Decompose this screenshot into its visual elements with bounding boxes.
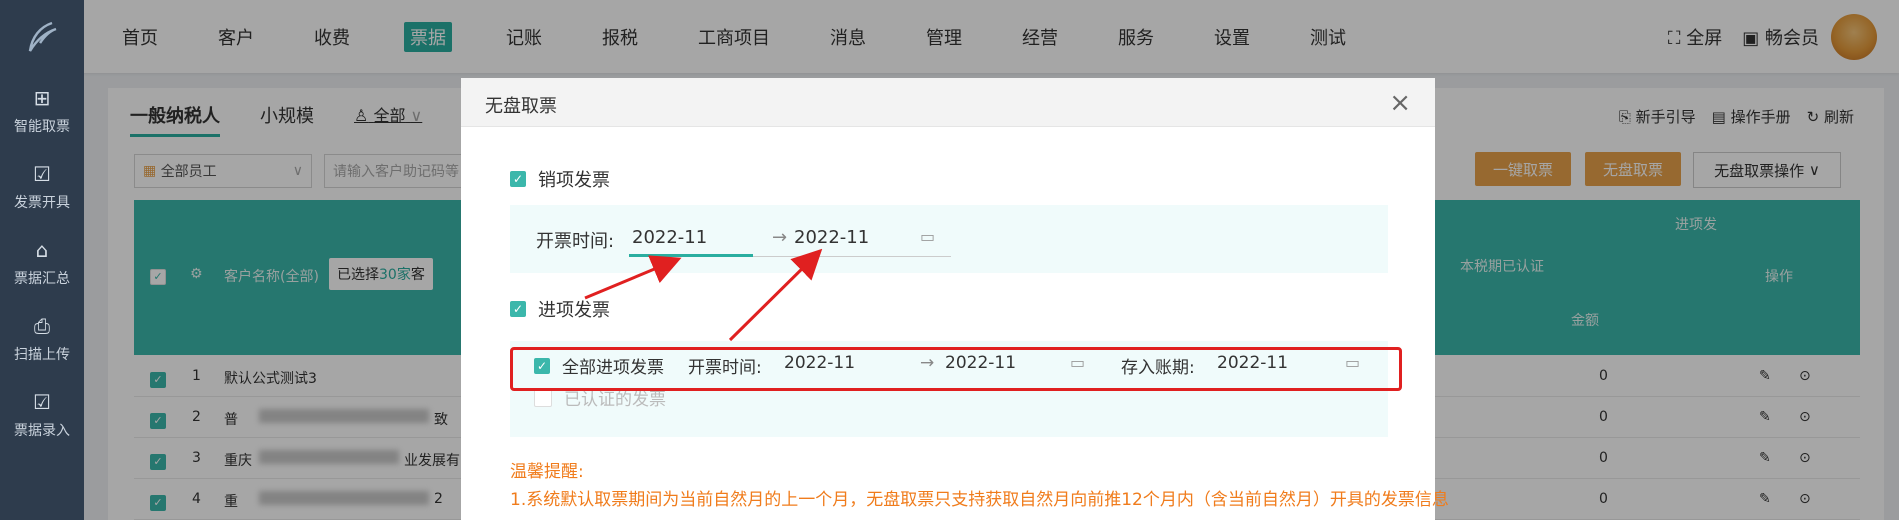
- summary-icon: ⌂: [35, 238, 49, 262]
- sidebar-item-label: 智能取票: [14, 119, 70, 135]
- sidebar: ⊞ 智能取票 ☑ 发票开具 ⌂ 票据汇总 ⎙ 扫描上传 ☑ 票据录入: [0, 73, 84, 520]
- sidebar-item-label: 票据录入: [14, 423, 70, 439]
- warning-line-1: 1.系统默认取票期间为当前自然月的上一个月，无盘取票只支持获取自然月向前推12个…: [510, 490, 1449, 510]
- sales-time-label: 开票时间:: [536, 231, 615, 252]
- sidebar-item-label: 发票开具: [14, 195, 70, 211]
- sidebar-item-label: 扫描上传: [14, 347, 70, 363]
- sales-end-date[interactable]: 2022-11: [794, 227, 869, 248]
- sales-start-date[interactable]: 2022-11: [632, 227, 707, 248]
- invoice-issue-icon: ☑: [33, 162, 51, 186]
- sidebar-item[interactable]: ☑ 发票开具: [0, 149, 84, 225]
- input-invoice-checkbox[interactable]: ✓: [510, 301, 526, 317]
- sales-invoice-checkbox[interactable]: ✓: [510, 171, 526, 187]
- range-arrow-icon: →: [772, 227, 788, 248]
- sidebar-item[interactable]: ⊞ 智能取票: [0, 73, 84, 149]
- warning-title: 温馨提醒:: [510, 462, 584, 482]
- annotation-highlight-box: [510, 347, 1402, 391]
- smart-ticket-icon: ⊞: [33, 86, 51, 110]
- modal-title: 无盘取票: [485, 96, 557, 117]
- sidebar-item-label: 票据汇总: [14, 271, 70, 287]
- app-logo[interactable]: [0, 0, 84, 73]
- certified-checkbox: [534, 388, 552, 407]
- close-icon[interactable]: ×: [1389, 88, 1411, 118]
- sidebar-item[interactable]: ⎙ 扫描上传: [0, 301, 84, 377]
- input-invoice-option[interactable]: ✓ 进项发票: [510, 296, 610, 322]
- calendar-icon[interactable]: ▭: [920, 227, 935, 246]
- sidebar-item[interactable]: ⌂ 票据汇总: [0, 225, 84, 301]
- sales-time-panel: 开票时间: 2022-11 → 2022-11 ▭: [510, 205, 1388, 273]
- scanner-icon: ⎙: [34, 314, 50, 338]
- sales-start-underline: [629, 254, 753, 257]
- feather-logo-icon: [28, 21, 57, 52]
- sidebar-item[interactable]: ☑ 票据录入: [0, 377, 84, 453]
- sales-invoice-option[interactable]: ✓ 销项发票: [510, 166, 610, 192]
- sales-date-underline: [753, 256, 951, 257]
- no-disk-ticket-modal: 无盘取票 × ✓ 销项发票 开票时间: 2022-11 → 2022-11 ▭ …: [461, 78, 1449, 520]
- entry-icon: ☑: [33, 390, 51, 414]
- modal-header: 无盘取票 ×: [461, 78, 1435, 127]
